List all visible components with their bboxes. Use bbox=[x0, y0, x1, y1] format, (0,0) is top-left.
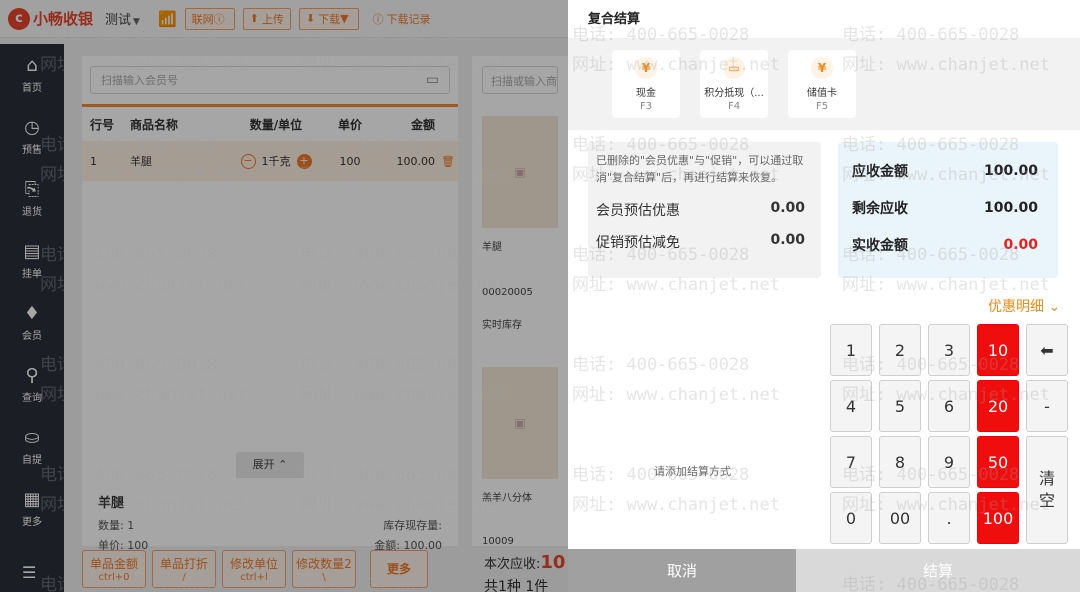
discount-panel: 已删除的"会员优惠"与"促销"，可以通过取消"复合结算"后，再进行结算来恢复。 … bbox=[588, 142, 821, 278]
points-card-icon: ▭ bbox=[723, 56, 745, 79]
key-2[interactable]: 2 bbox=[879, 324, 921, 376]
key-4[interactable]: 4 bbox=[830, 380, 872, 432]
key-0[interactable]: 0 bbox=[830, 492, 872, 544]
key-6[interactable]: 6 bbox=[928, 380, 970, 432]
cash-icon: ¥ bbox=[635, 56, 657, 79]
receivable-label: 应收金额 bbox=[852, 163, 908, 180]
key-3[interactable]: 3 bbox=[928, 324, 970, 376]
member-discount-row: 会员预估优惠 0.00 bbox=[596, 200, 813, 220]
key-minus[interactable]: - bbox=[1026, 380, 1068, 432]
key-8[interactable]: 8 bbox=[879, 436, 921, 488]
key-1[interactable]: 1 bbox=[830, 324, 872, 376]
stored-value-icon: ¥ bbox=[811, 56, 833, 79]
key-10[interactable]: 10 bbox=[977, 324, 1019, 376]
receivable-row: 应收金额 100.00 bbox=[852, 152, 1044, 189]
discount-detail-link[interactable]: 优惠明细 ⌄ bbox=[988, 296, 1060, 316]
settle-button[interactable]: 结算 bbox=[796, 549, 1080, 592]
method-label: 储值卡 bbox=[807, 87, 837, 99]
method-key: F4 bbox=[727, 100, 741, 112]
backspace-icon[interactable]: ⬅ bbox=[1026, 324, 1068, 376]
cancel-button[interactable]: 取消 bbox=[568, 549, 796, 592]
dialog-footer: 取消 结算 bbox=[568, 549, 1080, 592]
key-9[interactable]: 9 bbox=[928, 436, 970, 488]
received-label: 实收金额 bbox=[852, 237, 908, 254]
numeric-keypad: 1 2 3 10 ⬅ 4 5 6 20 - 7 8 9 50 清空 0 00 .… bbox=[830, 324, 1070, 546]
remaining-label: 剩余应收 bbox=[852, 200, 908, 217]
remaining-value: 100.00 bbox=[983, 199, 1038, 216]
composite-payment-dialog: 复合结算 ¥ 现金 F3 ▭ 积分抵现（... F4 ¥ 储值卡 F5 已删除的… bbox=[568, 0, 1080, 592]
key-dot[interactable]: . bbox=[928, 492, 970, 544]
key-100[interactable]: 100 bbox=[977, 492, 1019, 544]
received-row: 实收金额 0.00 bbox=[852, 226, 1044, 263]
dialog-title: 复合结算 bbox=[588, 12, 641, 27]
amount-summary: 应收金额 100.00 剩余应收 100.00 实收金额 0.00 bbox=[838, 142, 1058, 278]
receivable-value: 100.00 bbox=[983, 162, 1038, 179]
member-discount-label: 会员预估优惠 bbox=[596, 203, 680, 219]
method-points[interactable]: ▭ 积分抵现（... F4 bbox=[700, 50, 768, 118]
promo-discount-label: 促销预估减免 bbox=[596, 235, 680, 251]
method-label: 现金 bbox=[636, 87, 656, 99]
method-cash[interactable]: ¥ 现金 F3 bbox=[612, 50, 680, 118]
promo-discount-row: 促销预估减免 0.00 bbox=[596, 232, 813, 252]
discount-detail-label: 优惠明细 bbox=[988, 299, 1044, 315]
method-label: 积分抵现（... bbox=[704, 87, 764, 99]
received-value: 0.00 bbox=[1003, 236, 1038, 253]
discount-note: 已删除的"会员优惠"与"促销"，可以通过取消"复合结算"后，再进行结算来恢复。 bbox=[596, 154, 804, 184]
method-stored-value[interactable]: ¥ 储值卡 F5 bbox=[788, 50, 856, 118]
key-50[interactable]: 50 bbox=[977, 436, 1019, 488]
add-payment-hint: 请添加结算方式 bbox=[654, 465, 731, 478]
member-discount-value: 0.00 bbox=[770, 200, 805, 216]
key-7[interactable]: 7 bbox=[830, 436, 872, 488]
key-20[interactable]: 20 bbox=[977, 380, 1019, 432]
promo-discount-value: 0.00 bbox=[770, 232, 805, 248]
method-key: F3 bbox=[639, 100, 653, 112]
clear-button[interactable]: 清空 bbox=[1026, 436, 1068, 544]
key-00[interactable]: 00 bbox=[879, 492, 921, 544]
remaining-row: 剩余应收 100.00 bbox=[852, 189, 1044, 226]
chevron-down-icon: ⌄ bbox=[1048, 299, 1061, 315]
modal-overlay[interactable] bbox=[0, 0, 568, 592]
method-key: F5 bbox=[815, 100, 829, 112]
key-5[interactable]: 5 bbox=[879, 380, 921, 432]
payment-methods: ¥ 现金 F3 ▭ 积分抵现（... F4 ¥ 储值卡 F5 bbox=[568, 38, 1080, 130]
